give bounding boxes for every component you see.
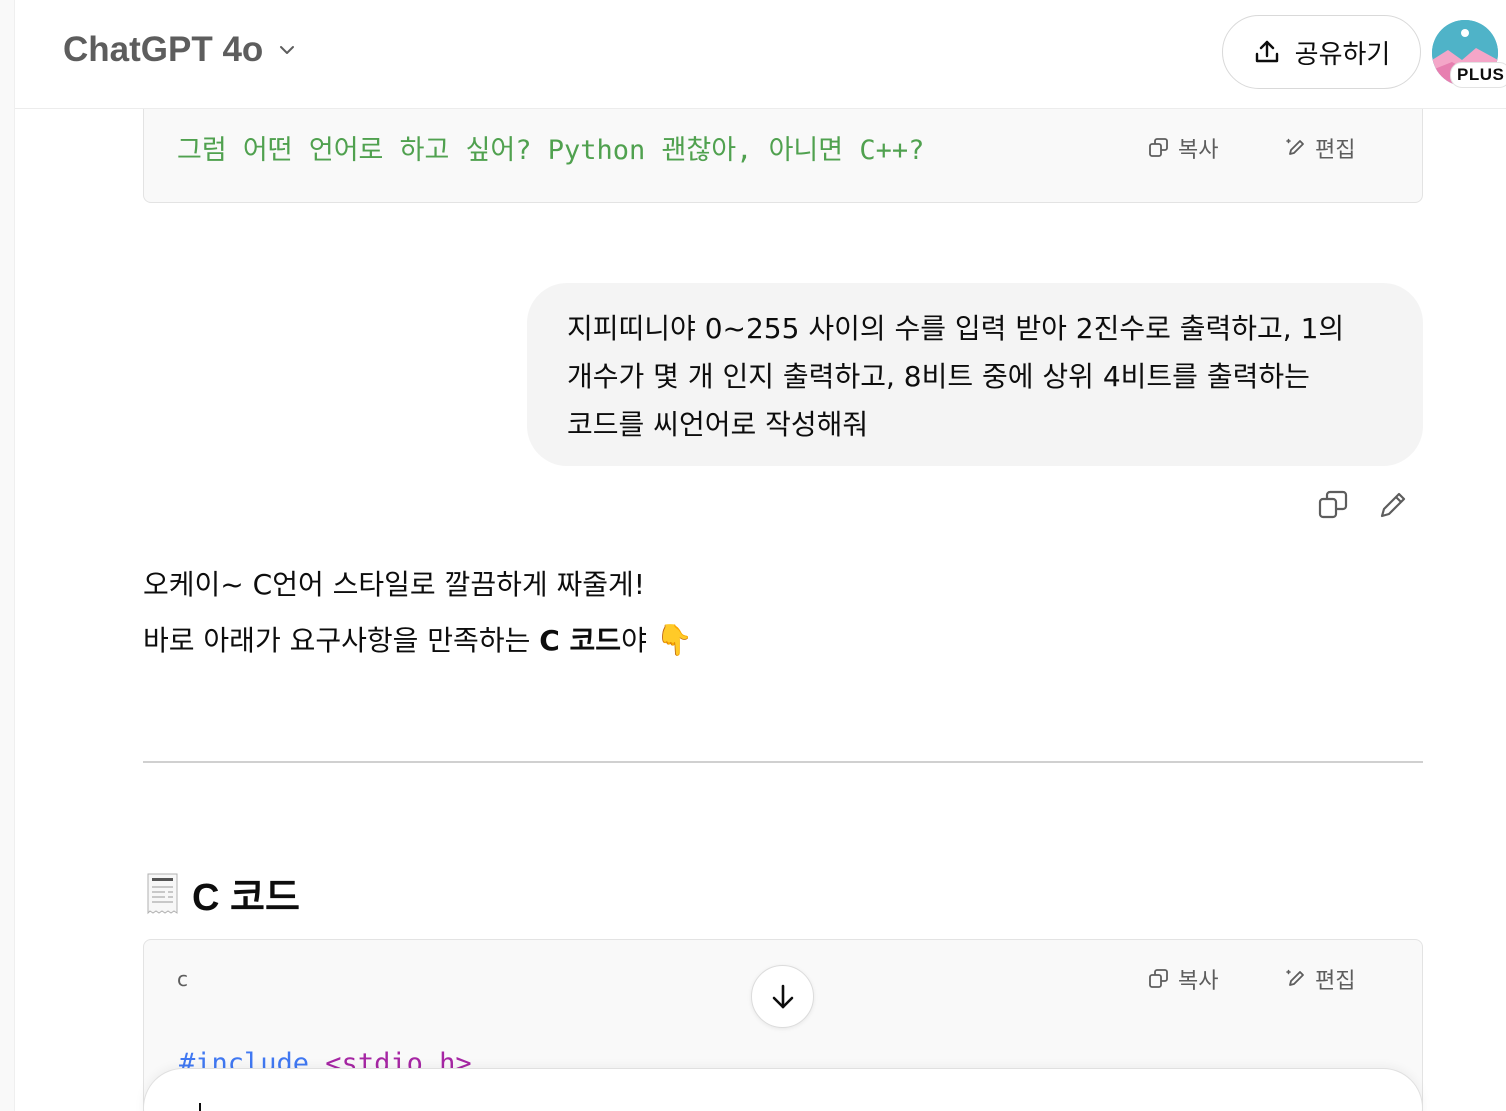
copy-icon [1149,138,1168,157]
edit-pencil-icon [1286,138,1304,155]
model-title: ChatGPT 4o [63,30,264,69]
chevron-down-icon [280,46,295,54]
assistant-text: 바로 아래가 요구사항을 만족하는 [143,624,540,657]
section-title: C 코드 [192,877,300,919]
plan-badge: PLUS [1450,62,1506,88]
copy-label: 복사 [1178,138,1219,163]
share-button[interactable]: 공유하기 [1222,15,1421,89]
edit-pencil-icon [1286,969,1304,986]
assistant-bold-text: C 코드 [539,624,622,657]
copy-button[interactable]: 복사 [1148,132,1218,164]
code-line: 그럼 어떤 언어로 하고 싶어? Python 괜찮아, 아니면 C++? [177,135,925,166]
model-selector[interactable]: ChatGPT 4o [63,30,297,70]
code-language-label: c [177,967,188,991]
assistant-text-line: 오케이~ C언어 스타일로 깔끔하게 짜줄게! [143,568,645,601]
chat-page: ChatGPT 4o 공유하기 PLUS 그럼 어떤 언어로 하고 싶어? Py… [0,0,1506,1111]
arrow-down-icon [772,984,793,1008]
top-header: ChatGPT 4o 공유하기 [15,0,1506,109]
edit-label: 편집 [1315,138,1356,163]
share-label: 공유하기 [1294,39,1391,70]
copy-button[interactable]: 복사 [1148,963,1218,995]
edit-button[interactable]: 편집 [1285,963,1355,995]
sidebar-edge [0,0,15,1111]
copy-label: 복사 [1178,969,1219,994]
scroll-to-bottom-button[interactable] [751,965,814,1028]
assistant-text: 야 [621,624,656,657]
receipt-icon [147,873,178,914]
edit-pencil-icon[interactable] [1377,489,1409,521]
user-message-line: 개수가 몇 개 인지 출력하고, 8비트 중에 상위 4비트를 출력하는 [567,360,1310,393]
section-heading: C 코드 [147,866,300,921]
share-upload-icon [1255,40,1278,63]
assistant-text-line: 바로 아래가 요구사항을 만족하는 C 코드야 👇 [143,619,693,659]
user-message-line: 코드를 씨언어로 작성해줘 [567,408,869,441]
message-composer[interactable] [143,1068,1423,1111]
copy-icon [1149,969,1168,988]
user-message-bubble: 지피띠니야 0~255 사이의 수를 입력 받아 2진수로 출력하고, 1의 개… [527,283,1423,466]
edit-button[interactable]: 편집 [1285,132,1355,164]
text-caret [199,1103,201,1111]
edit-label: 편집 [1315,969,1356,994]
divider [143,761,1423,763]
pointing-down-icon: 👇 [655,623,694,658]
copy-icon[interactable] [1317,489,1349,521]
user-message-line: 지피띠니야 0~255 사이의 수를 입력 받아 2진수로 출력하고, 1의 [567,312,1345,345]
